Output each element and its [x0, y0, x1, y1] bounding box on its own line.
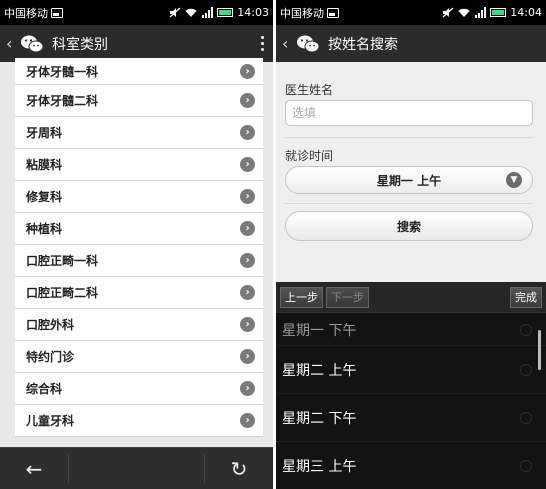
visit-time-label: 就诊时间: [285, 149, 334, 163]
wifi-icon: [185, 8, 197, 17]
back-arrow-icon[interactable]: ←: [0, 448, 68, 489]
search-button[interactable]: 搜索: [285, 211, 533, 241]
page-title: 按姓名搜索: [328, 36, 398, 53]
picker-option-label: 星期三 上午: [282, 458, 357, 475]
picker-option[interactable]: 星期二 上午: [276, 346, 546, 394]
picker-scrollbar[interactable]: [538, 330, 541, 370]
chevron-right-icon: ›: [240, 381, 255, 396]
list-item-label: 综合科: [26, 382, 63, 396]
chevron-right-icon: ›: [240, 157, 255, 172]
picker-options: 星期一 下午 星期二 上午 星期二 下午 星期三 上午: [276, 314, 546, 489]
signal-icon: [475, 7, 487, 18]
chevron-right-icon: ›: [240, 253, 255, 268]
list-item-label: 儿童牙科: [26, 414, 75, 428]
wechat-logo-icon: [21, 35, 44, 52]
form-divider: [285, 137, 533, 138]
list-item-label: 牙周科: [26, 126, 63, 140]
radio-icon: [520, 411, 532, 424]
list-item-label: 口腔正畸一科: [26, 254, 99, 268]
list-item[interactable]: 口腔正畸一科 ›: [15, 245, 263, 277]
picker-option-label: 星期二 上午: [282, 362, 357, 379]
radio-icon: [520, 459, 532, 472]
department-list: 牙体牙髓一科 › 牙体牙髓二科 › 牙周科 › 粘膜科 › 修复科 › 种植科 › 口腔正畸…: [15, 58, 263, 437]
more-menu-icon[interactable]: [257, 36, 267, 51]
list-item[interactable]: 儿童牙科 ›: [15, 405, 263, 437]
visit-time-select[interactable]: 星期一 上午 ▼: [285, 166, 533, 194]
nav-bar: ‹ 科室类别: [0, 25, 273, 62]
chevron-right-icon: ›: [240, 93, 255, 108]
list-item-label: 口腔正畸二科: [26, 286, 99, 300]
list-item[interactable]: 粘膜科 ›: [15, 149, 263, 181]
visit-time-value: 星期一 上午: [376, 173, 442, 188]
carrier-name: 中国移动: [280, 6, 324, 20]
image-notification-icon: [51, 7, 63, 18]
list-item-label: 特约门诊: [26, 350, 75, 364]
page-title: 科室类别: [52, 36, 108, 53]
list-item[interactable]: 种植科 ›: [15, 213, 263, 245]
picker-toolbar: 上一步 下一步 完成: [276, 282, 546, 313]
list-item[interactable]: 特约门诊 ›: [15, 341, 263, 373]
list-item-label: 牙体牙髓二科: [26, 94, 99, 108]
chevron-right-icon: ›: [240, 317, 255, 332]
clock: 14:04: [510, 6, 542, 19]
battery-icon: [490, 8, 507, 17]
picker-option[interactable]: 星期三 上午: [276, 442, 546, 489]
prev-button[interactable]: 上一步: [280, 286, 323, 308]
chevron-right-icon: ›: [240, 221, 255, 236]
search-button-label: 搜索: [396, 219, 421, 234]
list-item-label: 粘膜科: [26, 158, 63, 172]
doctor-name-label: 医生姓名: [285, 83, 334, 97]
refresh-icon[interactable]: ↻: [205, 448, 273, 489]
chevron-down-icon: ▼: [506, 172, 522, 188]
list-item-label: 口腔外科: [26, 318, 75, 332]
image-notification-icon: [327, 7, 339, 18]
picker-option-label: 星期二 下午: [282, 410, 357, 427]
list-item-label: 修复科: [26, 190, 63, 204]
wifi-icon: [458, 8, 470, 17]
list-item[interactable]: 牙体牙髓一科 ›: [15, 58, 263, 85]
chevron-right-icon: ›: [240, 125, 255, 140]
chevron-right-icon: ›: [240, 189, 255, 204]
radio-icon: [520, 363, 532, 376]
status-bar: 中国移动 14:03: [0, 0, 273, 25]
toolbar-divider: [68, 453, 69, 484]
list-item[interactable]: 牙体牙髓二科 ›: [15, 85, 263, 117]
picker-option-label: 星期一 下午: [282, 322, 357, 339]
list-item-label: 种植科: [26, 222, 63, 236]
list-item[interactable]: 口腔外科 ›: [15, 309, 263, 341]
battery-icon: [217, 8, 234, 17]
picker-option[interactable]: 星期二 下午: [276, 394, 546, 442]
back-chevron-icon[interactable]: ‹: [282, 34, 294, 53]
next-button[interactable]: 下一步: [326, 286, 369, 308]
nav-bar: ‹ 按姓名搜索: [276, 25, 546, 62]
picker-option[interactable]: 星期一 下午: [276, 314, 546, 346]
chevron-right-icon: ›: [240, 413, 255, 428]
form-divider: [285, 203, 533, 204]
wechat-logo-icon: [297, 35, 320, 52]
radio-icon: [520, 323, 532, 336]
time-picker: 上一步 下一步 完成 星期一 下午 星期二 上午 星期二 下午 星期三 上午: [276, 282, 546, 489]
list-item[interactable]: 修复科 ›: [15, 181, 263, 213]
chevron-right-icon: ›: [240, 285, 255, 300]
signal-icon: [202, 7, 214, 18]
mute-icon: [169, 7, 181, 18]
chevron-right-icon: ›: [240, 63, 255, 79]
search-screen: 中国移动 14:04 ‹ 按姓名搜索 医生姓名 就诊时间 星期一 上午 ▼: [276, 0, 546, 489]
clock: 14:03: [237, 6, 269, 19]
carrier-name: 中国移动: [4, 6, 48, 20]
list-item-label: 牙体牙髓一科: [26, 64, 99, 79]
bottom-toolbar: ← ↻: [0, 447, 273, 489]
list-item[interactable]: 牙周科 ›: [15, 117, 263, 149]
mute-icon: [442, 7, 454, 18]
done-button[interactable]: 完成: [510, 286, 542, 308]
list-item[interactable]: 口腔正畸二科 ›: [15, 277, 263, 309]
status-bar: 中国移动 14:04: [276, 0, 546, 25]
department-screen: 中国移动 14:03 ‹ 科室类别 牙体牙髓一科 › 牙体牙髓二科 › 牙周科 › 粘…: [0, 0, 273, 489]
chevron-right-icon: ›: [240, 349, 255, 364]
doctor-name-input[interactable]: [285, 100, 533, 126]
list-item[interactable]: 综合科 ›: [15, 373, 263, 405]
back-chevron-icon[interactable]: ‹: [6, 34, 18, 53]
